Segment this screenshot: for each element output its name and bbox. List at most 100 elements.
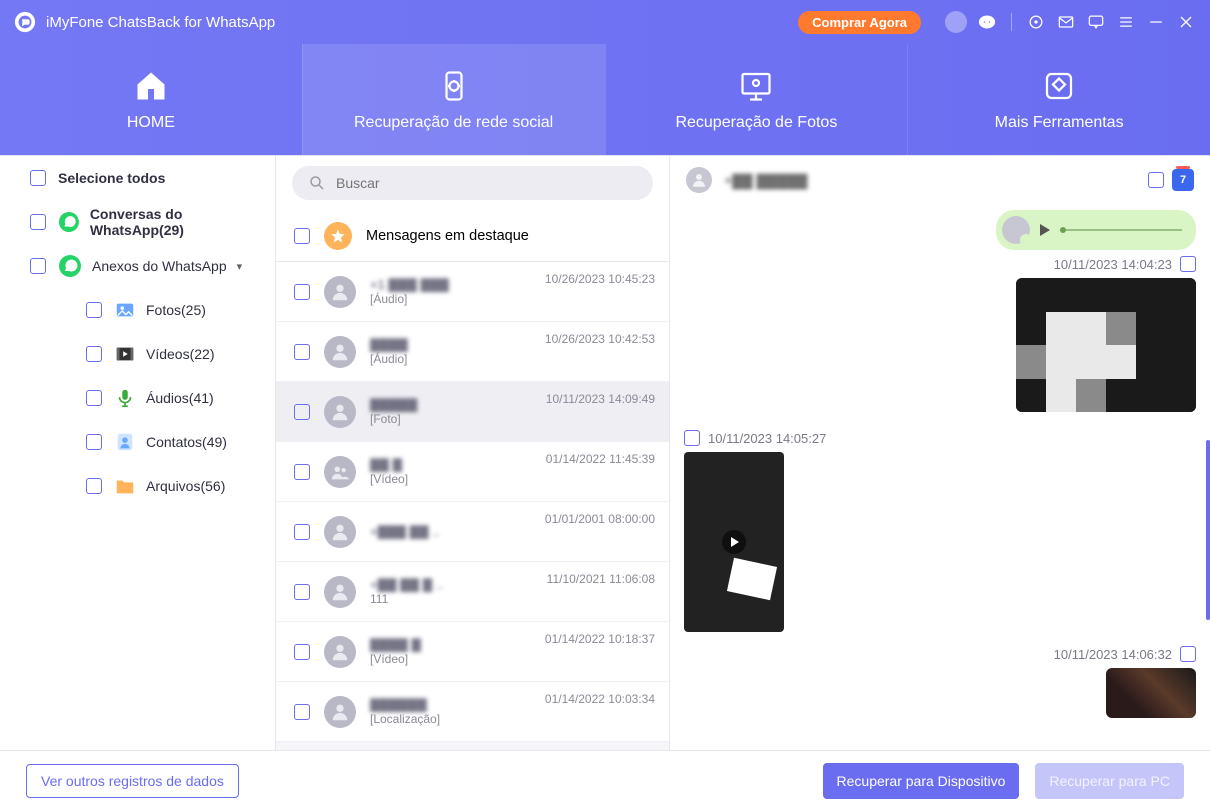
mail-icon[interactable] <box>1056 12 1076 32</box>
video-message[interactable] <box>684 452 784 632</box>
menu-icon[interactable] <box>1116 12 1136 32</box>
conversation-timestamp: 10/26/2023 10:42:53 <box>545 332 655 346</box>
message-timestamp: 10/11/2023 14:05:27 <box>684 430 1196 446</box>
chevron-down-icon: ▾ <box>237 260 243 273</box>
checkbox[interactable] <box>294 584 310 600</box>
conversation-row[interactable]: +▓▓ ▓▓ ▓ ..11111/10/2021 11:06:08 <box>276 562 669 622</box>
conversation-row[interactable]: ▓▓▓▓▓▓[Localização]01/14/2022 10:03:34 <box>276 682 669 742</box>
sidebar-item-videos[interactable]: Vídeos(22) <box>0 332 275 376</box>
conversation-timestamp: 01/14/2022 10:18:37 <box>545 632 655 646</box>
conversation-kind: [Localização] <box>370 712 657 726</box>
calendar-checkbox[interactable] <box>1148 172 1164 188</box>
checkbox[interactable] <box>294 228 310 244</box>
search-input[interactable] <box>336 175 637 191</box>
conversation-row[interactable]: ▓▓▓▓ ▓[Vídeo]01/14/2022 10:18:37 <box>276 622 669 682</box>
conversation-row[interactable]: ▓▓▓▓[Áudio]10/26/2023 10:42:53 <box>276 322 669 382</box>
close-icon[interactable] <box>1176 12 1196 32</box>
conversation-kind: [Áudio] <box>370 292 657 306</box>
message-checkbox[interactable] <box>684 430 700 446</box>
checkbox[interactable] <box>294 644 310 660</box>
sidebar-attachments-label: Anexos do WhatsApp <box>92 258 227 274</box>
conversation-kind: [Áudio] <box>370 352 657 366</box>
conversation-row[interactable]: +1 ▓▓▓ ▓▓▓[Áudio]10/26/2023 10:45:23 <box>276 262 669 322</box>
message-checkbox[interactable] <box>1180 646 1196 662</box>
tab-social-label: Recuperação de rede social <box>354 114 553 132</box>
other-records-button[interactable]: Ver outros registros de dados <box>26 764 239 798</box>
avatar-icon <box>324 276 356 308</box>
target-icon[interactable] <box>1026 12 1046 32</box>
starred-messages-row[interactable]: Mensagens em destaque <box>276 210 669 262</box>
tab-photo-recovery[interactable]: Recuperação de Fotos <box>605 44 908 155</box>
sidebar-item-contacts[interactable]: Contatos(49) <box>0 420 275 464</box>
play-icon[interactable] <box>722 530 746 554</box>
checkbox[interactable] <box>86 346 102 362</box>
select-all-row[interactable]: Selecione todos <box>0 156 275 200</box>
checkbox[interactable] <box>294 704 310 720</box>
checkbox[interactable] <box>86 302 102 318</box>
conversation-timestamp: 11/10/2021 11:06:08 <box>547 572 655 586</box>
discord-icon[interactable] <box>977 12 997 32</box>
sidebar-item-photos[interactable]: Fotos(25) <box>0 288 275 332</box>
checkbox[interactable] <box>294 284 310 300</box>
tab-home[interactable]: HOME <box>0 44 302 155</box>
minimize-icon[interactable] <box>1146 12 1166 32</box>
tab-social-recovery[interactable]: Recuperação de rede social <box>302 44 605 155</box>
select-all-label: Selecione todos <box>58 170 165 186</box>
buy-now-button[interactable]: Comprar Agora <box>798 11 921 34</box>
select-all-checkbox[interactable] <box>30 170 46 186</box>
sidebar-item-attachments[interactable]: Anexos do WhatsApp ▾ <box>0 244 275 288</box>
checkbox[interactable] <box>30 258 46 274</box>
mic-icon <box>114 387 136 409</box>
recover-to-device-button[interactable]: Recuperar para Dispositivo <box>823 763 1020 799</box>
conversation-kind: [Vídeo] <box>370 472 657 486</box>
conversation-row[interactable]: ▓▓▓▓▓[Foto]10/11/2023 14:09:49 <box>276 382 669 442</box>
photo-message[interactable] <box>1106 668 1196 718</box>
conversation-timestamp: 01/14/2022 10:03:34 <box>545 692 655 706</box>
tab-tools-label: Mais Ferramentas <box>995 114 1124 132</box>
calendar-icon[interactable]: 7 <box>1172 169 1194 191</box>
checkbox[interactable] <box>86 434 102 450</box>
avatar-icon <box>324 336 356 368</box>
photos-icon <box>114 299 136 321</box>
avatar-icon <box>324 696 356 728</box>
sidebar-item-audios[interactable]: Áudios(41) <box>0 376 275 420</box>
contact-avatar-icon <box>686 167 712 193</box>
conversation-row[interactable]: ▓▓ ▓[Vídeo]01/14/2022 11:45:39 <box>276 442 669 502</box>
recover-to-pc-button[interactable]: Recuperar para PC <box>1035 763 1184 799</box>
conversation-timestamp: 01/01/2001 08:00:00 <box>545 512 655 526</box>
tab-home-label: HOME <box>127 114 175 132</box>
feedback-icon[interactable] <box>1086 12 1106 32</box>
message-timestamp: 10/11/2023 14:06:32 <box>684 646 1196 662</box>
avatar-icon <box>324 456 356 488</box>
whatsapp-icon <box>58 254 82 278</box>
search-box[interactable] <box>292 166 653 200</box>
play-icon[interactable] <box>1040 224 1050 236</box>
conversation-list: Mensagens em destaque +1 ▓▓▓ ▓▓▓[Áudio]1… <box>276 156 670 750</box>
sidebar-photos-label: Fotos(25) <box>146 302 206 318</box>
scrollbar[interactable] <box>1206 440 1210 620</box>
checkbox[interactable] <box>30 214 46 230</box>
sidebar-item-files[interactable]: Arquivos(56) <box>0 464 275 508</box>
conversation-timestamp: 10/11/2023 14:09:49 <box>546 392 655 406</box>
message-checkbox[interactable] <box>1180 256 1196 272</box>
audio-message[interactable] <box>996 210 1196 250</box>
sidebar: Selecione todos Conversas do WhatsApp(29… <box>0 156 276 750</box>
checkbox[interactable] <box>294 524 310 540</box>
avatar-icon <box>324 636 356 668</box>
conversation-row[interactable]: +▓▓▓ ▓▓ ..01/01/2001 08:00:00 <box>276 502 669 562</box>
videos-icon <box>114 343 136 365</box>
sidebar-audios-label: Áudios(41) <box>146 390 214 406</box>
checkbox[interactable] <box>86 478 102 494</box>
checkbox[interactable] <box>86 390 102 406</box>
star-icon <box>324 222 352 250</box>
tab-photos-label: Recuperação de Fotos <box>675 114 837 132</box>
checkbox[interactable] <box>294 464 310 480</box>
chat-header: +▓▓ ▓▓▓▓▓ 7 <box>670 156 1210 204</box>
checkbox[interactable] <box>294 404 310 420</box>
sidebar-item-conversations[interactable]: Conversas do WhatsApp(29) <box>0 200 275 244</box>
user-avatar-icon[interactable] <box>945 11 967 33</box>
checkbox[interactable] <box>294 344 310 360</box>
photo-message[interactable] <box>1016 278 1196 412</box>
tab-more-tools[interactable]: Mais Ferramentas <box>907 44 1210 155</box>
audio-track[interactable] <box>1060 229 1182 231</box>
